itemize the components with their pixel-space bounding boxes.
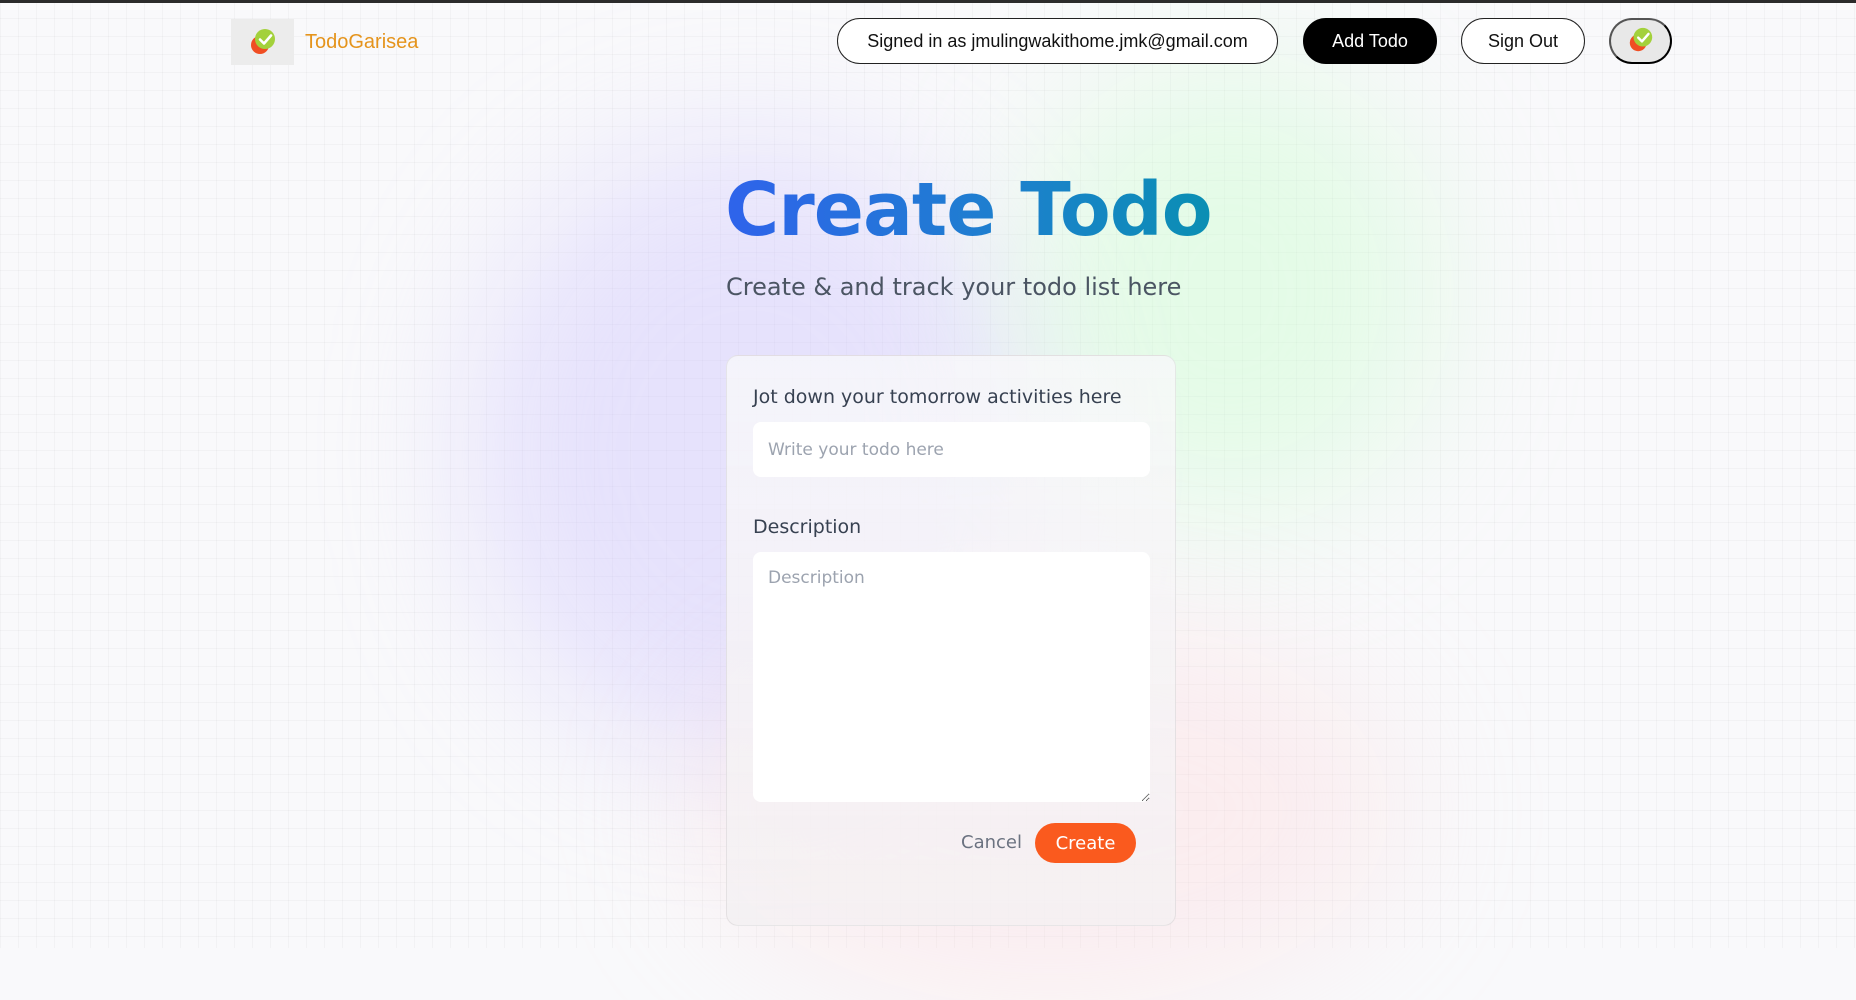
create-todo-form: Jot down your tomorrow activities here D… <box>726 355 1176 926</box>
page-subtitle: Create & and track your todo list here <box>726 273 1182 301</box>
cancel-button[interactable]: Cancel <box>961 823 1022 863</box>
page-title: Create Todo <box>725 167 1213 253</box>
todo-title-label: Jot down your tomorrow activities here <box>753 386 1122 408</box>
description-label: Description <box>753 516 862 538</box>
brand-link[interactable]: TodoGarisea <box>231 19 418 65</box>
create-button[interactable]: Create <box>1035 823 1136 863</box>
sign-out-button[interactable]: Sign Out <box>1461 18 1585 64</box>
user-avatar-button[interactable] <box>1609 18 1672 64</box>
brand-name: TodoGarisea <box>305 30 419 53</box>
check-badge-icon <box>1627 26 1655 57</box>
check-badge-icon <box>231 19 294 65</box>
navbar: TodoGarisea Signed in as jmulingwakithom… <box>0 3 1856 81</box>
description-textarea[interactable] <box>753 552 1150 802</box>
signed-in-badge: Signed in as jmulingwakithome.jmk@gmail.… <box>837 18 1278 64</box>
add-todo-button[interactable]: Add Todo <box>1303 18 1437 64</box>
todo-title-input[interactable] <box>753 422 1150 477</box>
